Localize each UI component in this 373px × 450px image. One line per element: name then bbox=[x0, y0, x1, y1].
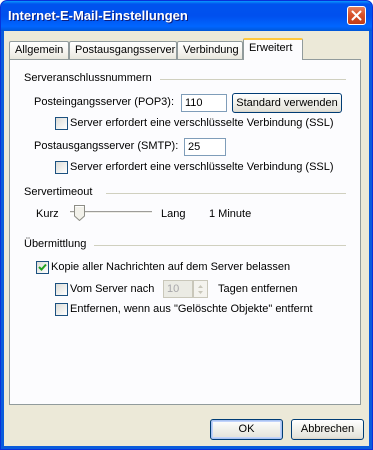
timeout-short-label: Kurz bbox=[36, 208, 59, 220]
use-default-button[interactable]: Standard verwenden bbox=[232, 93, 342, 113]
cancel-button-label: Abbrechen bbox=[300, 423, 355, 435]
remove-after-checkbox[interactable] bbox=[55, 283, 68, 296]
title-bar[interactable]: Internet-E-Mail-Einstellungen bbox=[1, 1, 372, 31]
remove-after-label: Vom Server nach bbox=[70, 283, 155, 295]
timeout-slider[interactable] bbox=[70, 203, 152, 223]
days-spinner[interactable] bbox=[193, 280, 208, 298]
timeout-long-label: Lang bbox=[161, 208, 186, 220]
dialog-window: Internet-E-Mail-Einstellungen Allgemein … bbox=[0, 0, 373, 450]
tab-verbindung[interactable]: Verbindung bbox=[177, 41, 243, 59]
use-default-button-label: Standard verwenden bbox=[236, 97, 338, 109]
group-divider bbox=[94, 245, 346, 246]
group-divider bbox=[106, 193, 346, 194]
tab-panel-erweitert: Serveranschlussnummern Posteingangsserve… bbox=[9, 59, 361, 405]
incoming-ssl-checkbox[interactable] bbox=[55, 117, 68, 130]
tab-erweitert[interactable]: Erweitert bbox=[243, 38, 303, 60]
dialog-body: Allgemein Postausgangsserver Verbindung … bbox=[4, 31, 369, 446]
remove-deleted-checkbox[interactable] bbox=[55, 303, 68, 316]
close-button[interactable] bbox=[347, 6, 366, 25]
outgoing-ssl-checkbox[interactable] bbox=[55, 161, 68, 174]
cancel-button[interactable]: Abbrechen bbox=[291, 419, 364, 440]
window-title: Internet-E-Mail-Einstellungen bbox=[8, 8, 188, 23]
slider-thumb-icon[interactable] bbox=[74, 205, 85, 221]
tab-label: Postausgangsserver bbox=[75, 44, 176, 56]
group-heading-timeout: Servertimeout bbox=[24, 186, 93, 198]
tab-allgemein[interactable]: Allgemein bbox=[9, 41, 69, 59]
ok-button-label: OK bbox=[238, 423, 255, 435]
group-divider bbox=[160, 79, 346, 80]
keep-copy-checkbox[interactable] bbox=[36, 261, 49, 274]
incoming-port-field[interactable] bbox=[181, 94, 227, 112]
remove-deleted-label: Entfernen, wenn aus "Gelöschte Objekte" … bbox=[70, 303, 313, 315]
outgoing-port-label: Postausgangsserver (SMTP): bbox=[34, 140, 179, 152]
remove-after-suffix: Tagen entfernen bbox=[218, 283, 298, 295]
incoming-port-label: Posteingangsserver (POP3): bbox=[34, 96, 175, 108]
outgoing-ssl-label: Server erfordert eine verschlüsselte Ver… bbox=[70, 161, 334, 173]
incoming-ssl-label: Server erfordert eine verschlüsselte Ver… bbox=[70, 117, 334, 129]
ok-button[interactable]: OK bbox=[210, 419, 283, 440]
tab-label: Allgemein bbox=[15, 44, 64, 56]
timeout-value-text: 1 Minute bbox=[209, 208, 252, 220]
tab-postausgangsserver[interactable]: Postausgangsserver bbox=[69, 41, 177, 59]
checkmark-icon bbox=[38, 263, 47, 271]
remove-after-days-field[interactable] bbox=[163, 280, 193, 298]
close-icon bbox=[351, 10, 362, 21]
group-heading-server-ports: Serveranschlussnummern bbox=[24, 72, 152, 84]
spin-down-icon[interactable] bbox=[194, 289, 207, 297]
group-heading-delivery: Übermittlung bbox=[24, 238, 87, 250]
outgoing-port-field[interactable] bbox=[184, 138, 226, 156]
tab-label: Verbindung bbox=[183, 44, 239, 56]
keep-copy-label: Kopie aller Nachrichten auf dem Server b… bbox=[51, 261, 291, 273]
tab-label: Erweitert bbox=[249, 42, 293, 54]
